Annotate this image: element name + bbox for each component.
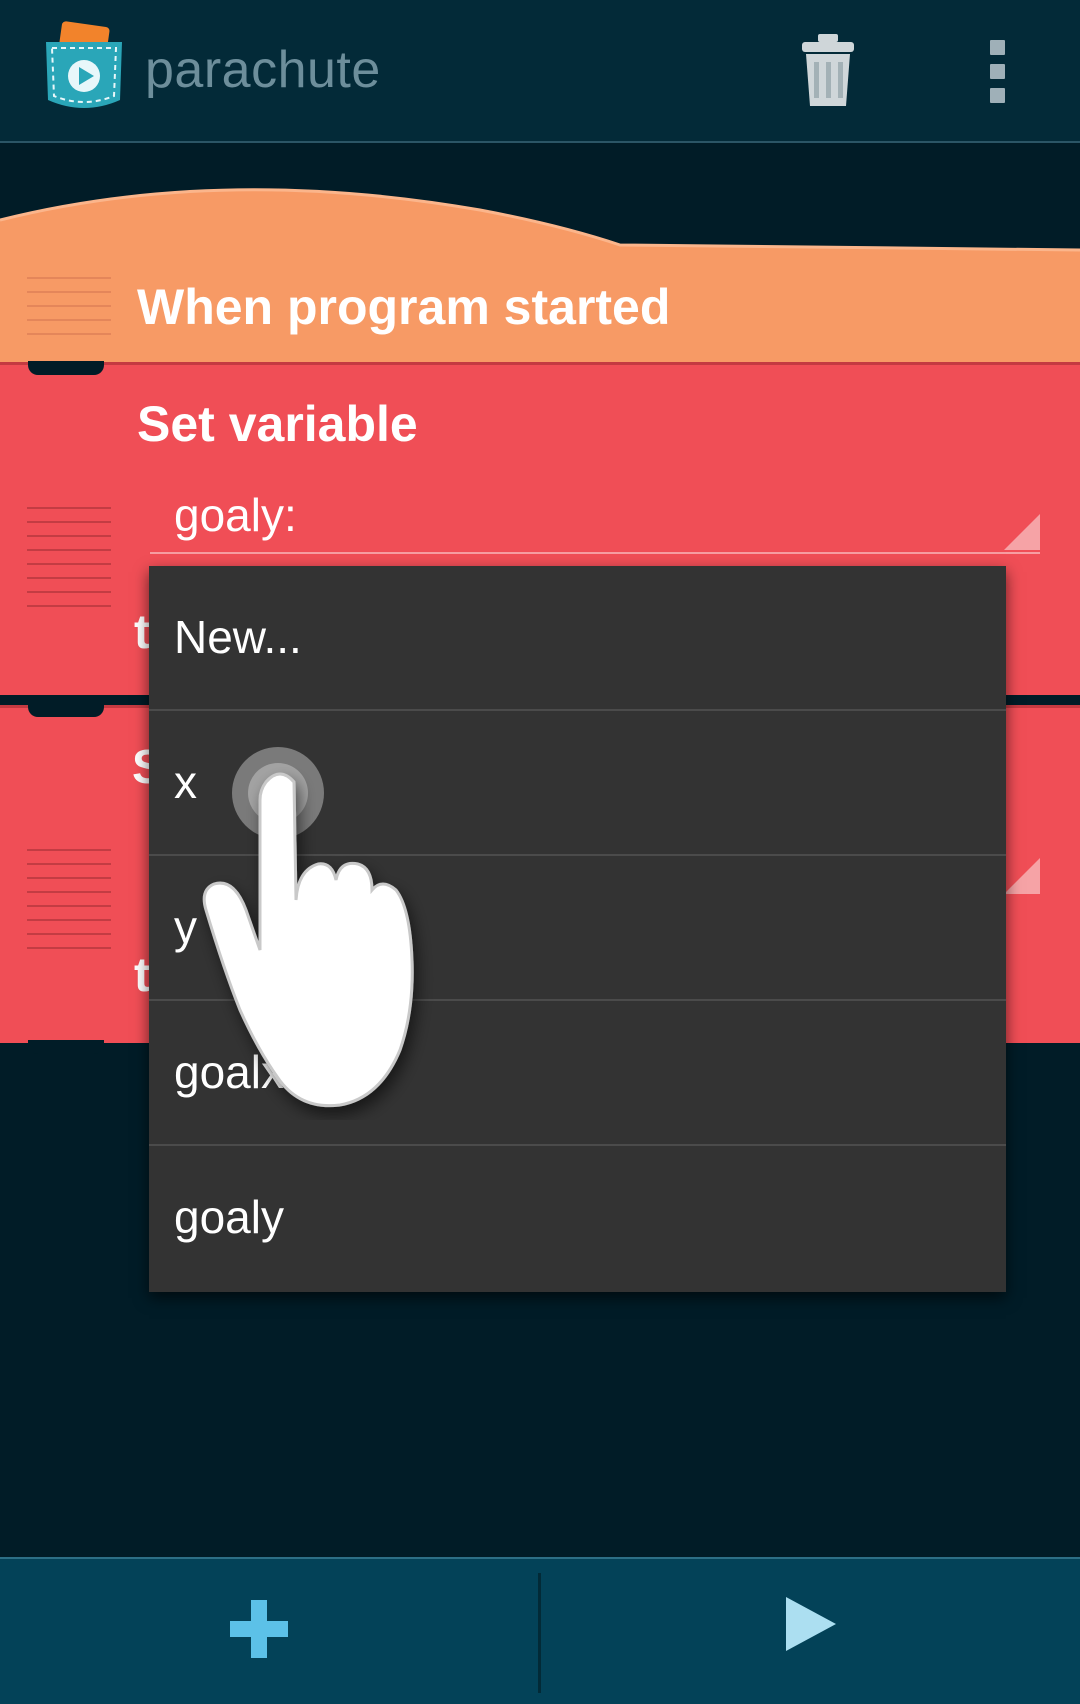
set-variable-2-drag-handle[interactable] [27, 849, 111, 961]
trash-icon[interactable] [800, 34, 856, 108]
block-connector-notch [28, 361, 104, 375]
spinner-arrow-icon [1004, 514, 1040, 550]
block-connector-notch [28, 703, 104, 717]
dropdown-option-goaly[interactable]: goaly [149, 1146, 1006, 1291]
hat-block-label: When program started [137, 279, 671, 335]
set-variable-title: Set variable [137, 396, 418, 452]
set-variable-drag-handle[interactable] [27, 507, 111, 619]
variable-spinner-value: goaly: [174, 489, 297, 541]
bottom-bar [0, 1557, 1080, 1704]
block-connector-notch [28, 1040, 104, 1054]
bottom-bar-divider [538, 1573, 541, 1693]
play-icon[interactable] [786, 1597, 836, 1651]
block-text-peek: t [134, 606, 150, 659]
app-bar: parachute [0, 0, 1080, 143]
overflow-menu-icon[interactable] [985, 40, 1009, 104]
hat-block[interactable] [0, 185, 1080, 365]
hat-block-drag-handle[interactable] [27, 277, 111, 347]
app-title: parachute [145, 41, 381, 99]
spinner-arrow-icon [1004, 858, 1040, 894]
dropdown-option-new[interactable]: New... [149, 566, 1006, 711]
pointing-hand-icon [202, 772, 414, 1108]
app-logo-icon [46, 21, 122, 108]
block-text-peek: t [134, 949, 150, 1002]
plus-icon[interactable] [230, 1589, 310, 1669]
variable-spinner[interactable]: goaly: [150, 488, 1040, 554]
